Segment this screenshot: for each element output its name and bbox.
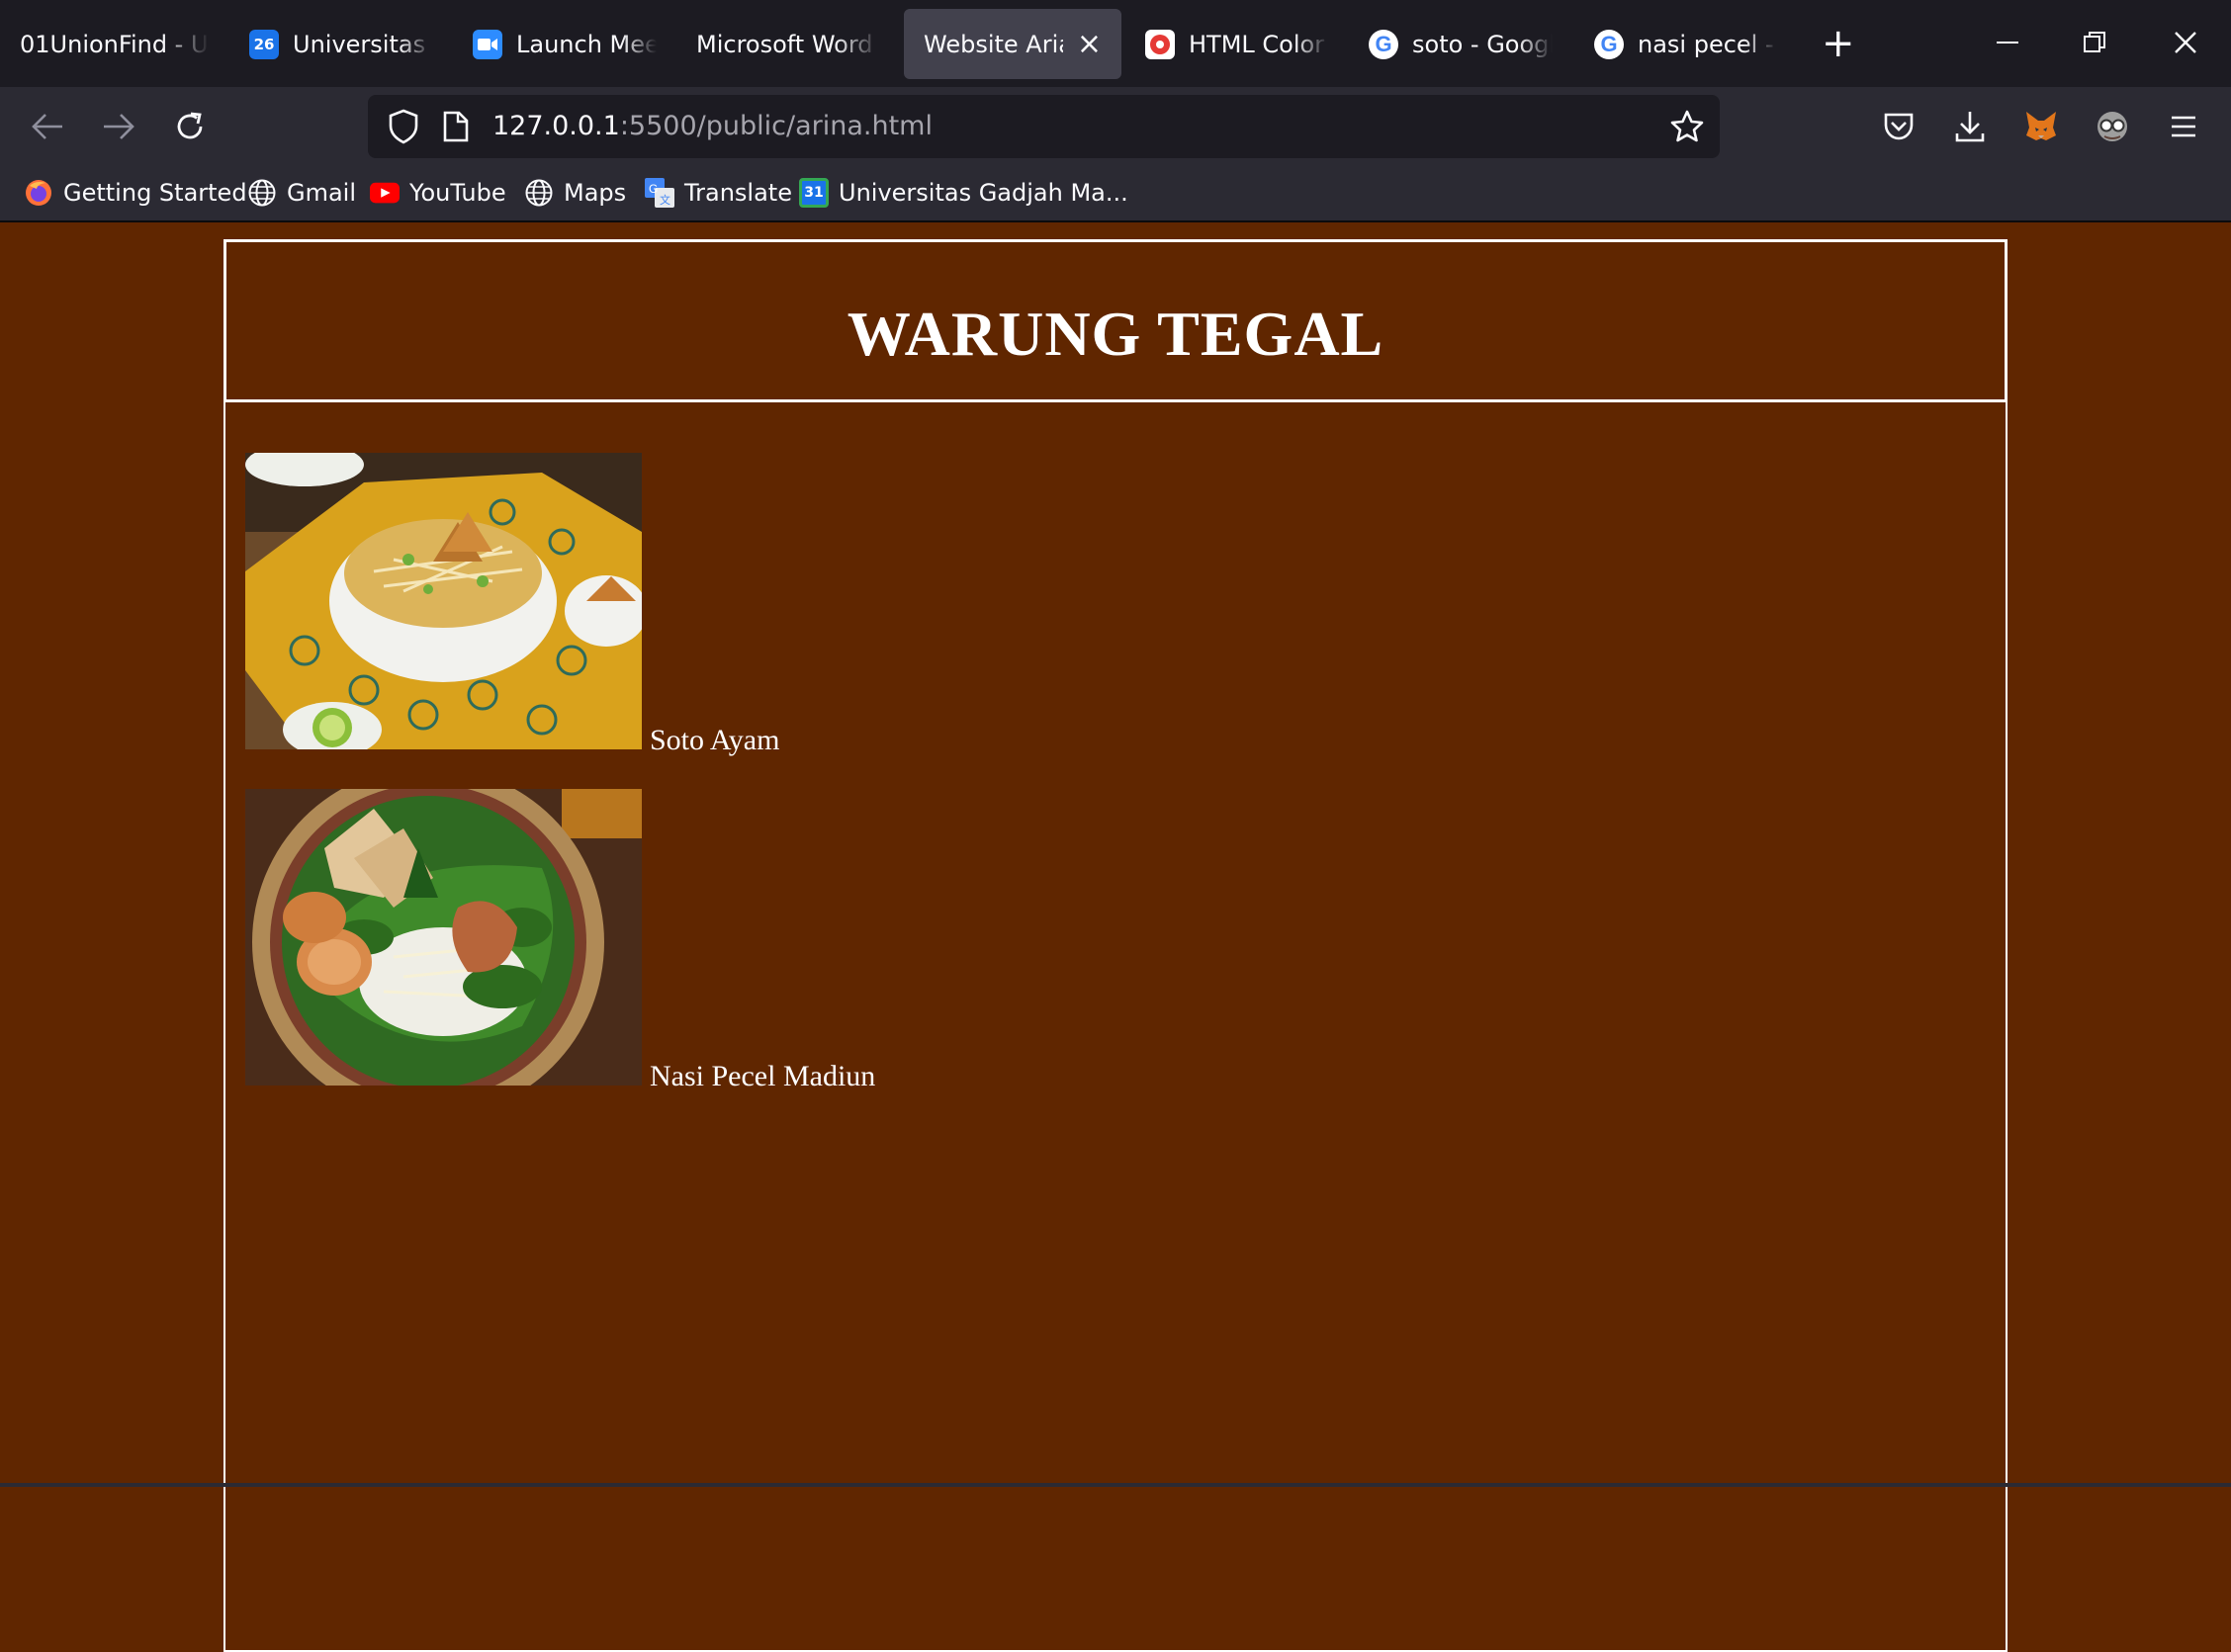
tab-title: Website Aria xyxy=(924,30,1063,58)
site-header: WARUNG TEGAL xyxy=(223,239,2008,402)
tab-title: nasi pecel - G xyxy=(1638,30,1778,58)
tab-website-aria[interactable]: Website Aria × xyxy=(904,9,1121,79)
bookmark-star-icon[interactable] xyxy=(1669,109,1705,148)
bookmark-universitas-gadjah-mada[interactable]: 31 Universitas Gadjah Ma... xyxy=(799,178,1128,208)
svg-text:G: G xyxy=(649,182,658,196)
bookmark-label: Gmail xyxy=(287,179,357,207)
nasi-pecel-image xyxy=(245,789,642,1086)
calendar-icon: 31 xyxy=(799,178,829,208)
google-icon: G xyxy=(1369,29,1398,59)
tab-title: 01UnionFind - Un xyxy=(20,30,210,58)
bookmark-label: YouTube xyxy=(409,179,506,207)
restore-button[interactable] xyxy=(2065,18,2124,67)
soto-ayam-image xyxy=(245,453,642,749)
firefox-icon xyxy=(24,178,53,208)
bookmark-label: Getting Started xyxy=(63,179,247,207)
bookmark-maps[interactable]: Maps xyxy=(524,178,626,208)
tab-title: HTML Color C xyxy=(1189,30,1329,58)
bookmark-label: Maps xyxy=(564,179,627,207)
tab-soto-google[interactable]: G soto - Google xyxy=(1349,9,1572,79)
tab-title: Launch Meeti xyxy=(516,30,657,58)
google-icon: G xyxy=(1594,29,1624,59)
tab-title: Universitas Ga xyxy=(293,30,433,58)
youtube-icon xyxy=(370,178,400,208)
tab-unionfind[interactable]: 01UnionFind - Un xyxy=(0,9,229,79)
menu-item-nasi-pecel-madiun: Nasi Pecel Madiun xyxy=(245,789,875,1091)
close-tab-icon[interactable]: × xyxy=(1077,29,1102,59)
extension-avatar-icon[interactable] xyxy=(2091,105,2134,148)
url-path: :5500/public/arina.html xyxy=(619,111,933,141)
calendar-badge: 26 xyxy=(253,35,275,53)
tab-strip: 01UnionFind - Un 26 Universitas Ga Launc… xyxy=(0,0,2231,87)
minimize-button[interactable] xyxy=(1978,18,2037,67)
browser-chrome: 01UnionFind - Un 26 Universitas Ga Launc… xyxy=(0,0,2231,222)
bookmark-label: Universitas Gadjah Ma... xyxy=(839,179,1128,207)
web-page: WARUNG TEGAL Soto Ayam Nasi Pecel Madiun xyxy=(0,222,2231,1652)
menu-container: Soto Ayam Nasi Pecel Madiun xyxy=(223,402,2008,1652)
url-text[interactable]: 127.0.0.1:5500/public/arina.html xyxy=(492,111,933,141)
globe-icon xyxy=(247,178,277,208)
new-tab-button[interactable]: + xyxy=(1822,24,1855,63)
metamask-fox-icon[interactable] xyxy=(2019,105,2063,148)
menu-item-soto-ayam: Soto Ayam xyxy=(245,453,779,755)
page-icon[interactable] xyxy=(443,111,469,146)
zoom-camera-icon xyxy=(473,29,502,59)
downloads-icon[interactable] xyxy=(1948,105,1992,148)
food-name-soto-ayam: Soto Ayam xyxy=(650,724,780,756)
svg-text:文: 文 xyxy=(660,193,670,207)
color-picker-icon xyxy=(1145,29,1175,59)
bookmark-label: Translate xyxy=(684,179,792,207)
tab-html-color[interactable]: HTML Color C xyxy=(1125,9,1349,79)
menu-hamburger-icon[interactable] xyxy=(2162,105,2205,148)
tab-title: soto - Google xyxy=(1412,30,1553,58)
back-button[interactable] xyxy=(26,105,69,148)
reload-button[interactable] xyxy=(168,105,212,148)
calendar-badge: 31 xyxy=(799,178,829,208)
url-bar[interactable]: 127.0.0.1:5500/public/arina.html xyxy=(368,95,1720,158)
bookmark-youtube[interactable]: YouTube xyxy=(370,178,506,208)
navigation-toolbar: 127.0.0.1:5500/public/arina.html xyxy=(0,87,2231,166)
tab-launch-meeting[interactable]: Launch Meeti xyxy=(453,9,676,79)
bookmark-getting-started[interactable]: Getting Started xyxy=(24,178,247,208)
bookmark-translate[interactable]: G文 Translate xyxy=(645,178,792,208)
tab-title: Microsoft Word - xyxy=(696,30,880,58)
pocket-icon[interactable] xyxy=(1877,105,1920,148)
bookmarks-toolbar: Getting Started Gmail YouTube Maps G文 Tr… xyxy=(0,166,2231,222)
globe-icon xyxy=(524,178,554,208)
site-title: WARUNG TEGAL xyxy=(847,299,1384,369)
food-name-nasi-pecel-madiun: Nasi Pecel Madiun xyxy=(650,1060,876,1092)
translate-icon: G文 xyxy=(645,178,674,208)
close-window-button[interactable] xyxy=(2156,18,2215,67)
url-host: 127.0.0.1 xyxy=(492,111,620,141)
shield-icon[interactable] xyxy=(388,109,419,148)
forward-button[interactable] xyxy=(97,105,140,148)
tab-microsoft-word[interactable]: Microsoft Word - xyxy=(676,9,900,79)
page-bottom-edge xyxy=(0,1483,2231,1487)
calendar-icon: 26 xyxy=(249,29,279,59)
bookmark-gmail[interactable]: Gmail xyxy=(247,178,356,208)
tab-universitas[interactable]: 26 Universitas Ga xyxy=(229,9,453,79)
tab-nasi-pecel-google[interactable]: G nasi pecel - G xyxy=(1574,9,1798,79)
